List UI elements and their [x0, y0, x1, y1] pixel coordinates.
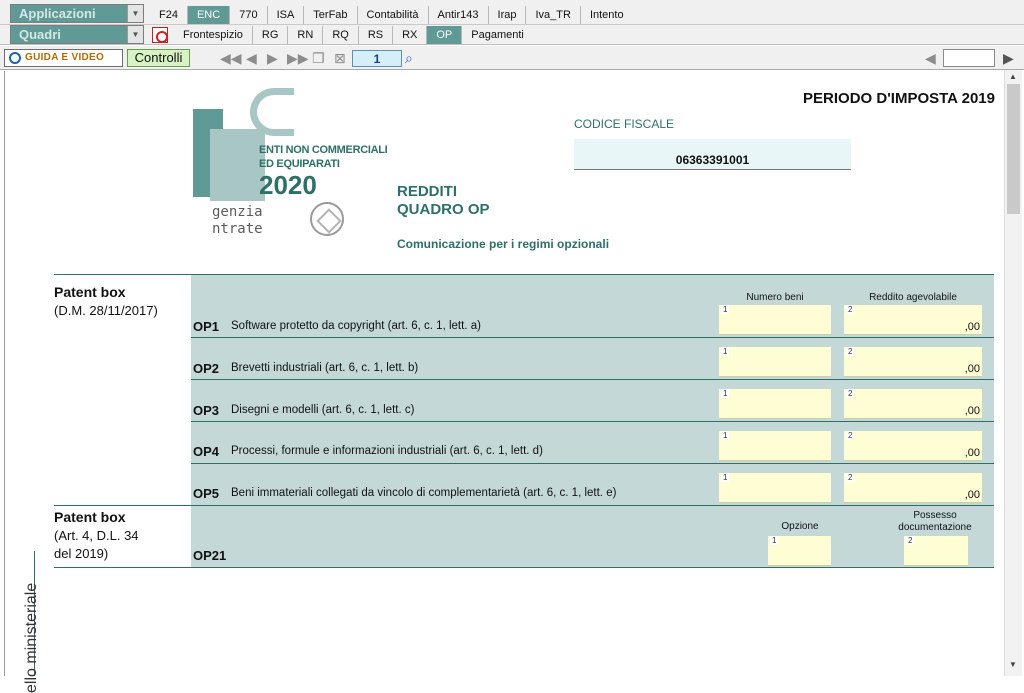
tab-op[interactable]: OP [427, 26, 463, 44]
search-page-icon[interactable]: ⌕ [405, 49, 413, 67]
chevron-down-icon[interactable]: ▼ [127, 26, 143, 43]
guida-video-button[interactable]: GUIDA E VIDEO [4, 49, 123, 67]
modello-ministeriale-label: ello ministeriale [23, 582, 40, 693]
navigation-toolbar: GUIDA E VIDEO Controlli ◀◀ ◀ ▶ ▶▶ ❐ ⊠ 1 … [0, 46, 1024, 70]
row-divider [191, 463, 994, 464]
delete-page-icon[interactable]: ⊠ [334, 49, 346, 67]
row-code-op3: OP3 [193, 403, 220, 418]
row-divider [191, 337, 994, 338]
top-tab-strip: F24 ENC 770 ISA TerFab Contabilità Antir… [150, 5, 633, 25]
codice-fiscale-label: CODICE FISCALE [574, 117, 675, 131]
scroll-left-icon[interactable]: ◀ [925, 49, 936, 67]
row-divider [191, 379, 994, 380]
op21-opzione-input[interactable]: 1 [768, 536, 831, 566]
form-subtitle: Comunicazione per i regimi opzionali [397, 237, 610, 251]
periodo-imposta: PERIODO D'IMPOSTA 2019 [803, 90, 995, 107]
tab-isa[interactable]: ISA [268, 6, 305, 24]
col-possesso: Possesso documentazione [898, 510, 972, 533]
col-reddito-agevolabile: Reddito agevolabile [869, 292, 957, 303]
tab-f24[interactable]: F24 [150, 6, 188, 24]
tab-irap[interactable]: Irap [489, 6, 527, 24]
row-desc-op4: Processi, formule e informazioni industr… [231, 445, 543, 457]
tab-enc[interactable]: ENC [187, 6, 231, 24]
logo-n-shape [210, 129, 265, 201]
controlli-button[interactable]: Controlli [127, 49, 190, 67]
op5-reddito-input[interactable]: 2,00 [844, 473, 982, 503]
quadri-dropdown[interactable]: Quadri ▼ [10, 25, 144, 44]
tab-frontespizio[interactable]: Frontespizio [174, 26, 253, 44]
next-page-icon[interactable]: ▶ [267, 49, 278, 67]
pdf-icon[interactable] [152, 27, 168, 43]
row-divider [191, 421, 994, 422]
tab-770[interactable]: 770 [230, 6, 268, 24]
op1-numero-beni-input[interactable]: 1 [719, 305, 831, 335]
tab-pagamenti[interactable]: Pagamenti [462, 26, 533, 44]
op2-numero-beni-input[interactable]: 1 [719, 347, 831, 377]
first-page-icon[interactable]: ◀◀ [220, 49, 242, 67]
guida-label: GUIDA E VIDEO [25, 52, 105, 63]
scrollbar-thumb[interactable] [1007, 84, 1020, 214]
scroll-right-icon[interactable]: ▶ [1003, 49, 1014, 67]
codice-fiscale-value: 06363391001 [675, 153, 750, 167]
section2-background [191, 506, 994, 567]
applicazioni-dropdown[interactable]: Applicazioni ▼ [10, 4, 144, 23]
tab-intento[interactable]: Intento [581, 6, 633, 24]
tab-antir143[interactable]: Antir143 [429, 6, 489, 24]
op3-reddito-input[interactable]: 2,00 [844, 389, 982, 419]
zoom-input[interactable] [943, 49, 995, 67]
vertical-scrollbar[interactable]: ▲ ▼ [1004, 70, 1022, 676]
quadri-label: Quadri [19, 27, 61, 42]
form-page: ENTI NON COMMERCIALI ED EQUIPARATI 2020 … [4, 71, 1002, 693]
row-code-op5: OP5 [193, 486, 220, 501]
row-desc-op1: Software protetto da copyright (art. 6, … [231, 320, 481, 332]
copy-page-icon[interactable]: ❐ [312, 49, 325, 67]
op4-reddito-input[interactable]: 2,00 [844, 431, 982, 461]
previous-page-icon[interactable]: ◀ [246, 49, 257, 67]
op2-reddito-input[interactable]: 2,00 [844, 347, 982, 377]
logo-text: ENTI NON COMMERCIALI ED EQUIPARATI [259, 144, 388, 170]
op3-numero-beni-input[interactable]: 1 [719, 389, 831, 419]
row-desc-op3: Disegni e modelli (art. 6, c. 1, lett. c… [231, 404, 415, 416]
tab-rs[interactable]: RS [359, 26, 394, 44]
row-code-op4: OP4 [193, 444, 220, 459]
op21-possesso-input[interactable]: 2 [904, 536, 968, 566]
section1-label: Patent box (D.M. 28/11/2017) [54, 284, 158, 318]
tab-contabilita[interactable]: Contabilità [358, 6, 429, 24]
agenzia-entrate-logo: genzia ntrate [212, 204, 263, 237]
col-opzione: Opzione [781, 521, 819, 532]
tab-iva-tr[interactable]: Iva_TR [526, 6, 581, 24]
applicazioni-label: Applicazioni [19, 6, 96, 21]
last-page-icon[interactable]: ▶▶ [287, 49, 309, 67]
op1-reddito-input[interactable]: 2,00 [844, 305, 982, 335]
logo-year: 2020 [259, 170, 317, 200]
scroll-down-icon[interactable]: ▼ [1009, 660, 1017, 669]
tab-terfab[interactable]: TerFab [304, 6, 358, 24]
scroll-up-icon[interactable]: ▲ [1009, 72, 1017, 81]
page-number-input[interactable]: 1 [352, 50, 402, 67]
tab-rg[interactable]: RG [253, 26, 289, 44]
row-code-op1: OP1 [193, 319, 220, 334]
row-desc-op2: Brevetti industriali (art. 6, c. 1, lett… [231, 362, 419, 374]
col-numero-beni: Numero beni [746, 292, 804, 303]
row-code-op21: OP21 [193, 548, 227, 563]
row-desc-op5: Beni immateriali collegati da vincolo di… [231, 487, 617, 499]
op4-numero-beni-input[interactable]: 1 [719, 431, 831, 461]
magnifier-icon [9, 52, 21, 64]
quadri-menu-bar: Quadri ▼ Frontespizio RG RN RQ RS RX OP … [0, 25, 1024, 45]
section2-label: Patent box (Art. 4, D.L. 34 del 2019) [54, 509, 139, 561]
op5-numero-beni-input[interactable]: 1 [719, 473, 831, 503]
sub-tab-strip: Frontespizio RG RN RQ RS RX OP Pagamenti [150, 25, 533, 45]
divider [54, 567, 994, 568]
applications-menu-bar: Applicazioni ▼ F24 ENC 770 ISA TerFab Co… [0, 0, 1024, 25]
tab-rn[interactable]: RN [288, 26, 324, 44]
chevron-down-icon[interactable]: ▼ [127, 5, 143, 22]
tab-rq[interactable]: RQ [323, 26, 359, 44]
form-heading: REDDITI QUADRO OP [397, 183, 490, 218]
row-code-op2: OP2 [193, 361, 220, 376]
codice-fiscale-field[interactable]: 06363391001 [574, 139, 851, 170]
seal-icon [310, 202, 344, 236]
tab-rx[interactable]: RX [393, 26, 428, 44]
